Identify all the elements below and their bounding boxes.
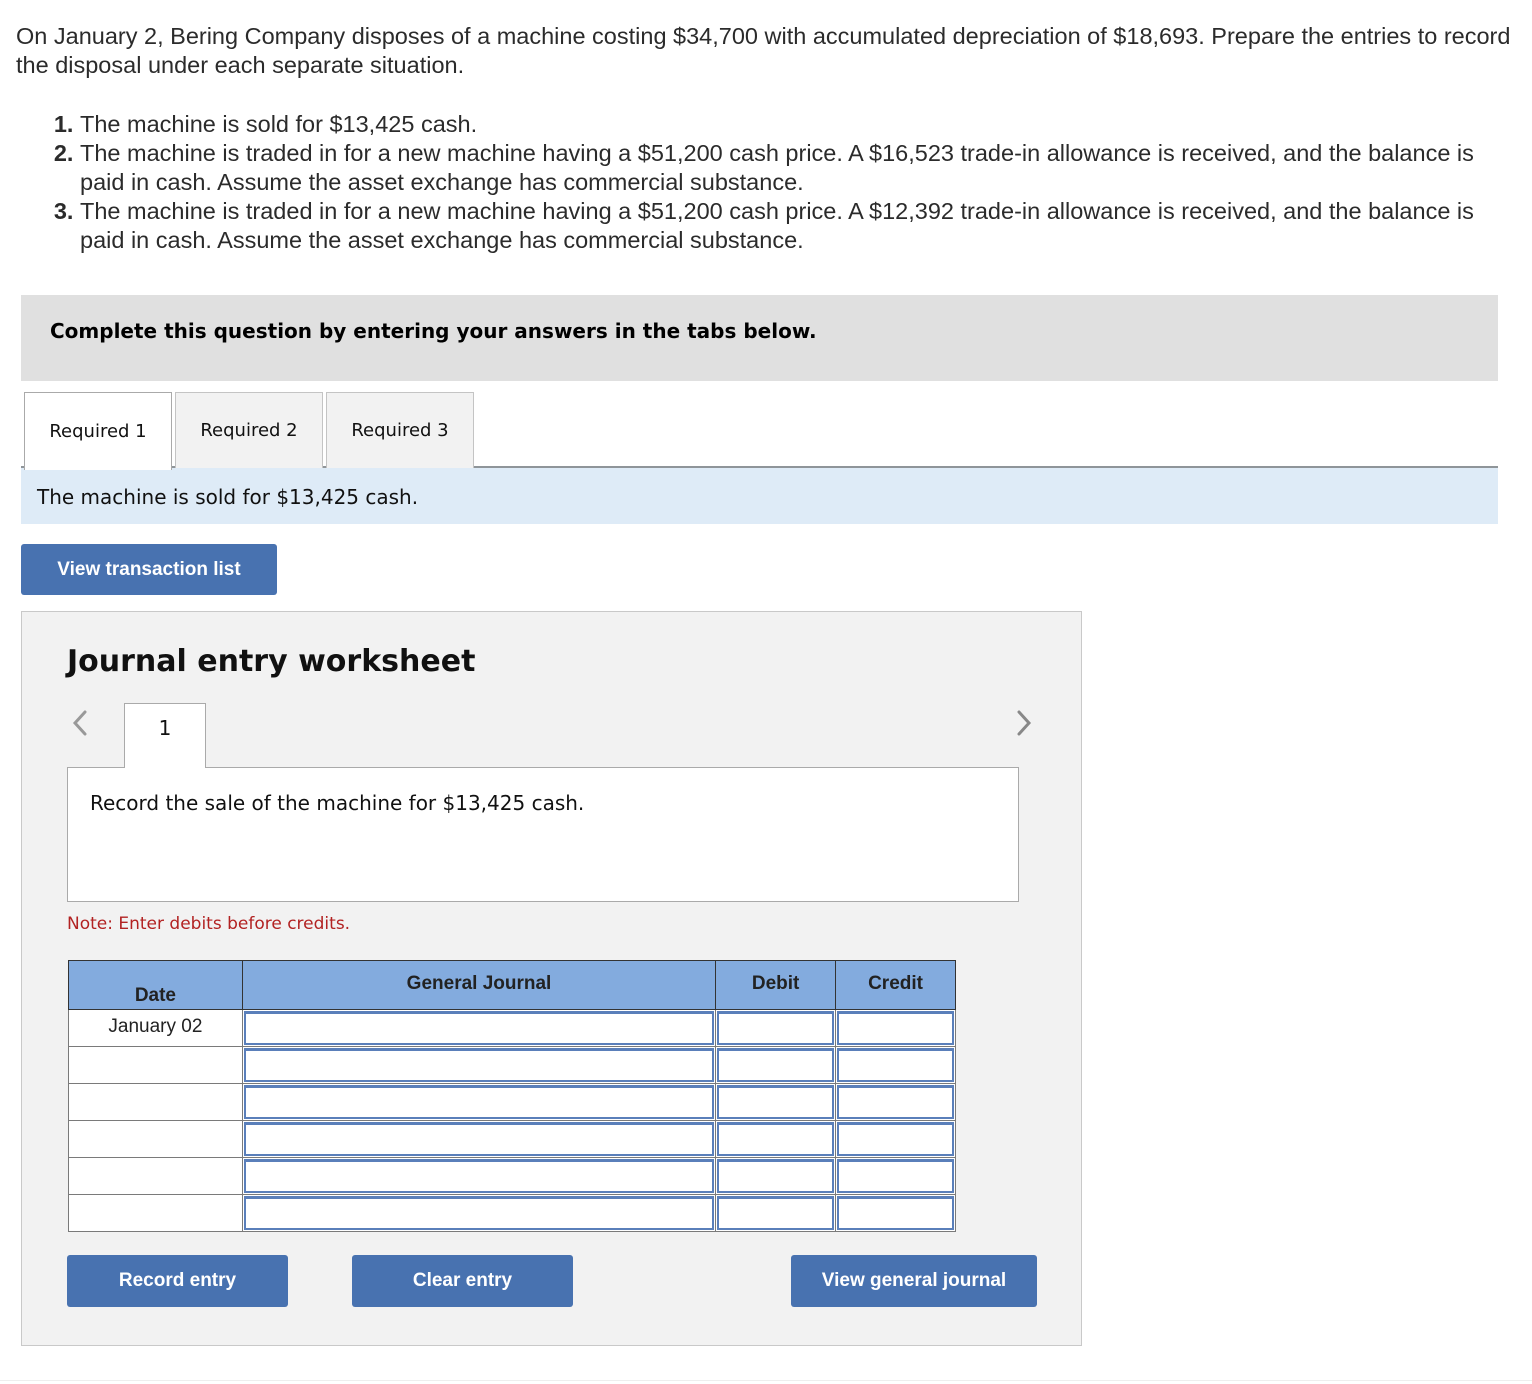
situation-item: The machine is traded in for a new machi… [80, 197, 1516, 255]
debit-input-cell [715, 1046, 837, 1084]
credit-input[interactable] [837, 1122, 954, 1156]
record-entry-button[interactable]: Record entry [67, 1255, 288, 1307]
journal-row [68, 1194, 956, 1232]
date-cell [68, 1046, 243, 1084]
entry-description: Record the sale of the machine for $13,4… [67, 767, 1019, 902]
debit-input-cell [715, 1157, 837, 1195]
journal-header-row: Date General Journal Debit Credit [68, 960, 956, 1010]
journal-row [68, 1083, 956, 1121]
journal-row: January 02 [68, 1009, 956, 1047]
credit-input[interactable] [837, 1196, 954, 1230]
credit-input-cell [835, 1083, 956, 1121]
situation-item: The machine is sold for $13,425 cash. [80, 110, 1516, 139]
credit-input-cell [835, 1009, 956, 1047]
debit-header: Debit [715, 960, 837, 1010]
requirement-description-text: The machine is sold for $13,425 cash. [37, 485, 419, 509]
account-input-cell [241, 1120, 717, 1158]
journal-table: Date General Journal Debit Credit Januar… [68, 960, 956, 1232]
credit-header: Credit [835, 960, 956, 1010]
note-text: Note: Enter debits before credits. [67, 914, 351, 934]
debit-input-cell [715, 1120, 837, 1158]
credit-input[interactable] [837, 1159, 954, 1193]
entry-description-text: Record the sale of the machine for $13,4… [90, 791, 585, 815]
account-input-cell [241, 1157, 717, 1195]
tab-required-3[interactable]: Required 3 [326, 392, 474, 468]
debit-input[interactable] [717, 1048, 835, 1082]
situation-item: The machine is traded in for a new machi… [80, 139, 1516, 197]
debit-input[interactable] [717, 1085, 835, 1119]
view-general-journal-button[interactable]: View general journal [791, 1255, 1037, 1307]
debit-input[interactable] [717, 1011, 835, 1045]
date-header: Date [68, 960, 243, 1010]
journal-entry-worksheet: Journal entry worksheet 1 Record the sal… [21, 611, 1082, 1346]
account-input-cell [241, 1083, 717, 1121]
account-input[interactable] [243, 1048, 715, 1082]
date-cell [68, 1120, 243, 1158]
general-journal-header: General Journal [241, 960, 717, 1010]
credit-input-cell [835, 1157, 956, 1195]
worksheet-title: Journal entry worksheet [67, 644, 476, 679]
account-input-cell [241, 1194, 717, 1232]
clear-entry-button[interactable]: Clear entry [352, 1255, 573, 1307]
credit-input[interactable] [837, 1048, 954, 1082]
account-input[interactable] [243, 1196, 715, 1230]
debit-input-cell [715, 1083, 837, 1121]
credit-input-cell [835, 1194, 956, 1232]
tab-required-1[interactable]: Required 1 [24, 392, 172, 470]
view-transaction-list-button[interactable]: View transaction list [21, 544, 277, 595]
account-input[interactable] [243, 1011, 715, 1045]
problem-intro: On January 2, Bering Company disposes of… [16, 23, 1511, 78]
debit-input-cell [715, 1194, 837, 1232]
credit-input-cell [835, 1120, 956, 1158]
instruction-banner: Complete this question by entering your … [21, 295, 1498, 381]
account-input-cell [241, 1046, 717, 1084]
account-input-cell [241, 1009, 717, 1047]
chevron-right-icon[interactable] [1012, 708, 1036, 738]
journal-row [68, 1046, 956, 1084]
date-cell [68, 1083, 243, 1121]
debit-input[interactable] [717, 1196, 835, 1230]
problem-statement: On January 2, Bering Company disposes of… [16, 22, 1516, 255]
situation-list: The machine is sold for $13,425 cash. Th… [16, 110, 1516, 255]
date-cell: January 02 [68, 1009, 243, 1047]
debit-input-cell [715, 1009, 837, 1047]
requirement-description: The machine is sold for $13,425 cash. [21, 468, 1498, 524]
tab-required-2[interactable]: Required 2 [175, 392, 323, 468]
account-input[interactable] [243, 1159, 715, 1193]
date-cell [68, 1194, 243, 1232]
date-cell [68, 1157, 243, 1195]
requirement-tabs: Required 1 Required 2 Required 3 [21, 392, 1498, 470]
entry-tab-1[interactable]: 1 [124, 703, 206, 768]
debit-input[interactable] [717, 1159, 835, 1193]
account-input[interactable] [243, 1122, 715, 1156]
page-divider [0, 1380, 1532, 1381]
instruction-text: Complete this question by entering your … [50, 319, 817, 343]
credit-input-cell [835, 1046, 956, 1084]
debit-input[interactable] [717, 1122, 835, 1156]
credit-input[interactable] [837, 1011, 954, 1045]
account-input[interactable] [243, 1085, 715, 1119]
journal-row [68, 1157, 956, 1195]
chevron-left-icon[interactable] [68, 708, 92, 738]
journal-row [68, 1120, 956, 1158]
credit-input[interactable] [837, 1085, 954, 1119]
